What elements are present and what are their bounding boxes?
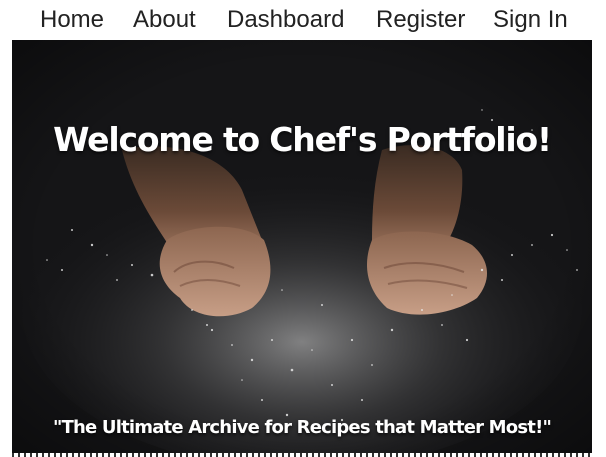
nav-link-sign-in[interactable]: Sign In	[493, 5, 568, 35]
top-navigation: Home About Dashboard Register Sign In	[0, 0, 606, 40]
nav-link-dashboard[interactable]: Dashboard	[227, 5, 344, 35]
nav-link-about[interactable]: About	[133, 5, 196, 35]
hero-bottom-border	[12, 453, 592, 457]
hero-banner: Welcome to Chef's Portfolio! "The Ultima…	[12, 40, 592, 453]
hero-background-image	[12, 40, 592, 453]
hero-title: Welcome to Chef's Portfolio!	[53, 120, 552, 160]
nav-link-home[interactable]: Home	[40, 5, 104, 35]
hero-tagline: "The Ultimate Archive for Recipes that M…	[52, 417, 552, 438]
nav-link-register[interactable]: Register	[376, 5, 465, 35]
